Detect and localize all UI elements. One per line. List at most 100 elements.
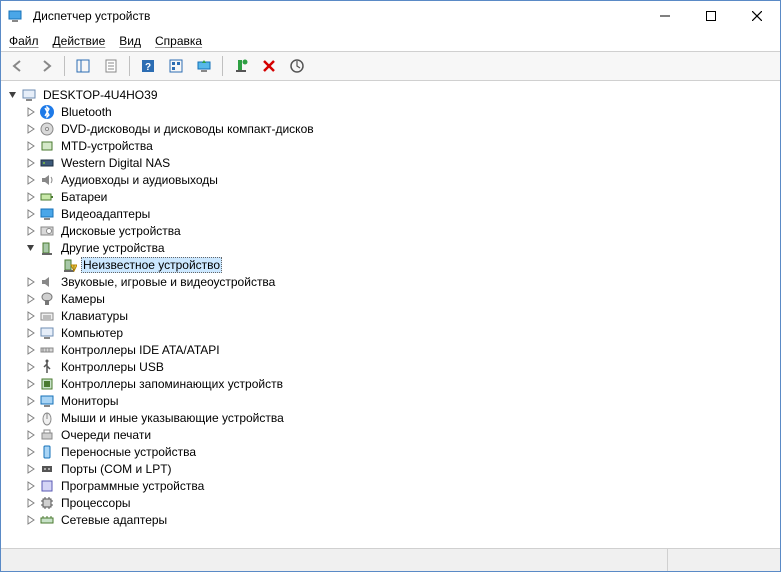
tree-node[interactable]: MTD-устройства bbox=[3, 137, 780, 154]
tree-node[interactable]: !Неизвестное устройство bbox=[3, 256, 780, 273]
tree-node[interactable]: Сетевые адаптеры bbox=[3, 511, 780, 528]
uninstall-button[interactable] bbox=[256, 54, 282, 78]
back-button[interactable] bbox=[5, 54, 31, 78]
chevron-right-icon[interactable] bbox=[25, 106, 37, 118]
chevron-right-icon[interactable] bbox=[25, 174, 37, 186]
chevron-right-icon[interactable] bbox=[25, 361, 37, 373]
tree-node-label: DESKTOP-4U4HO39 bbox=[41, 88, 160, 102]
menu-view[interactable]: Вид bbox=[119, 34, 141, 48]
device-tree[interactable]: DESKTOP-4U4HO39BluetoothDVD-дисководы и … bbox=[1, 82, 780, 548]
bluetooth-icon bbox=[39, 104, 55, 120]
tree-node-label: Контроллеры IDE ATA/ATAPI bbox=[59, 343, 222, 357]
window-title: Диспетчер устройств bbox=[33, 9, 150, 23]
show-hide-tree-button[interactable] bbox=[70, 54, 96, 78]
tree-node[interactable]: Компьютер bbox=[3, 324, 780, 341]
tree-node[interactable]: Western Digital NAS bbox=[3, 154, 780, 171]
audio-icon bbox=[39, 172, 55, 188]
chevron-right-icon[interactable] bbox=[25, 310, 37, 322]
chevron-right-icon[interactable] bbox=[25, 395, 37, 407]
tree-node[interactable]: Мыши и иные указывающие устройства bbox=[3, 409, 780, 426]
chevron-down-icon[interactable] bbox=[7, 89, 19, 101]
tree-node-label: Звуковые, игровые и видеоустройства bbox=[59, 275, 277, 289]
tree-node-label: Батареи bbox=[59, 190, 109, 204]
tree-node[interactable]: Видеоадаптеры bbox=[3, 205, 780, 222]
titlebar-left: Диспетчер устройств bbox=[7, 8, 150, 24]
tree-node[interactable]: Другие устройства bbox=[3, 239, 780, 256]
mouse-icon bbox=[39, 410, 55, 426]
tree-node[interactable]: DVD-дисководы и дисководы компакт-дисков bbox=[3, 120, 780, 137]
tree-node[interactable]: Программные устройства bbox=[3, 477, 780, 494]
tree-node-label: Мониторы bbox=[59, 394, 120, 408]
chevron-right-icon[interactable] bbox=[25, 446, 37, 458]
chevron-right-icon[interactable] bbox=[25, 140, 37, 152]
menu-help[interactable]: Справка bbox=[155, 34, 202, 48]
maximize-button[interactable] bbox=[688, 1, 734, 31]
portable-icon bbox=[39, 444, 55, 460]
statusbar-pane-left bbox=[1, 549, 668, 571]
tree-node[interactable]: Переносные устройства bbox=[3, 443, 780, 460]
chevron-right-icon[interactable] bbox=[25, 123, 37, 135]
monitor-icon bbox=[39, 393, 55, 409]
cpu-icon bbox=[39, 495, 55, 511]
tree-node[interactable]: Контроллеры IDE ATA/ATAPI bbox=[3, 341, 780, 358]
tree-node[interactable]: Порты (COM и LPT) bbox=[3, 460, 780, 477]
chevron-right-icon[interactable] bbox=[25, 412, 37, 424]
action-center-button[interactable] bbox=[163, 54, 189, 78]
tree-node[interactable]: Клавиатуры bbox=[3, 307, 780, 324]
tree-node-label: Компьютер bbox=[59, 326, 125, 340]
printq-icon bbox=[39, 427, 55, 443]
menu-file[interactable]: Файл bbox=[9, 34, 39, 48]
tree-node-label: Очереди печати bbox=[59, 428, 153, 442]
chevron-right-icon[interactable] bbox=[25, 327, 37, 339]
tree-node[interactable]: Батареи bbox=[3, 188, 780, 205]
dvd-icon bbox=[39, 121, 55, 137]
nas-icon bbox=[39, 155, 55, 171]
tree-node[interactable]: Аудиовходы и аудиовыходы bbox=[3, 171, 780, 188]
chevron-down-icon[interactable] bbox=[25, 242, 37, 254]
enable-button[interactable] bbox=[228, 54, 254, 78]
tree-node[interactable]: Камеры bbox=[3, 290, 780, 307]
tree-node[interactable]: Контроллеры USB bbox=[3, 358, 780, 375]
network-icon bbox=[39, 512, 55, 528]
tree-node[interactable]: Процессоры bbox=[3, 494, 780, 511]
scan-hardware-button[interactable] bbox=[284, 54, 310, 78]
chevron-right-icon[interactable] bbox=[25, 378, 37, 390]
camera-icon bbox=[39, 291, 55, 307]
tree-node[interactable]: Контроллеры запоминающих устройств bbox=[3, 375, 780, 392]
tree-node[interactable]: Очереди печати bbox=[3, 426, 780, 443]
battery-icon bbox=[39, 189, 55, 205]
tree-node[interactable]: Мониторы bbox=[3, 392, 780, 409]
tree-node[interactable]: Bluetooth bbox=[3, 103, 780, 120]
chevron-right-icon[interactable] bbox=[25, 463, 37, 475]
update-driver-button[interactable] bbox=[191, 54, 217, 78]
menu-action[interactable]: Действие bbox=[53, 34, 106, 48]
chevron-right-icon[interactable] bbox=[25, 344, 37, 356]
chevron-right-icon[interactable] bbox=[25, 429, 37, 441]
tree-node-label: Переносные устройства bbox=[59, 445, 198, 459]
close-button[interactable] bbox=[734, 1, 780, 31]
forward-button[interactable] bbox=[33, 54, 59, 78]
mtd-icon bbox=[39, 138, 55, 154]
tree-node[interactable]: Дисковые устройства bbox=[3, 222, 780, 239]
tree-node-label: Камеры bbox=[59, 292, 107, 306]
toolbar-separator bbox=[129, 56, 130, 76]
tree-node-label: Клавиатуры bbox=[59, 309, 130, 323]
chevron-right-icon[interactable] bbox=[25, 225, 37, 237]
chevron-right-icon[interactable] bbox=[25, 276, 37, 288]
toolbar-separator bbox=[222, 56, 223, 76]
chevron-right-icon[interactable] bbox=[25, 208, 37, 220]
tree-node-label: Сетевые адаптеры bbox=[59, 513, 169, 527]
chevron-right-icon[interactable] bbox=[25, 514, 37, 526]
chevron-right-icon[interactable] bbox=[25, 157, 37, 169]
chevron-right-icon[interactable] bbox=[25, 191, 37, 203]
statusbar bbox=[1, 548, 780, 571]
chevron-right-icon[interactable] bbox=[25, 293, 37, 305]
chevron-right-icon[interactable] bbox=[25, 497, 37, 509]
tree-node[interactable]: DESKTOP-4U4HO39 bbox=[3, 86, 780, 103]
properties-button[interactable] bbox=[98, 54, 124, 78]
minimize-button[interactable] bbox=[642, 1, 688, 31]
chevron-right-icon[interactable] bbox=[25, 480, 37, 492]
help-button[interactable]: ? bbox=[135, 54, 161, 78]
tree-node[interactable]: Звуковые, игровые и видеоустройства bbox=[3, 273, 780, 290]
window-controls bbox=[642, 1, 780, 31]
